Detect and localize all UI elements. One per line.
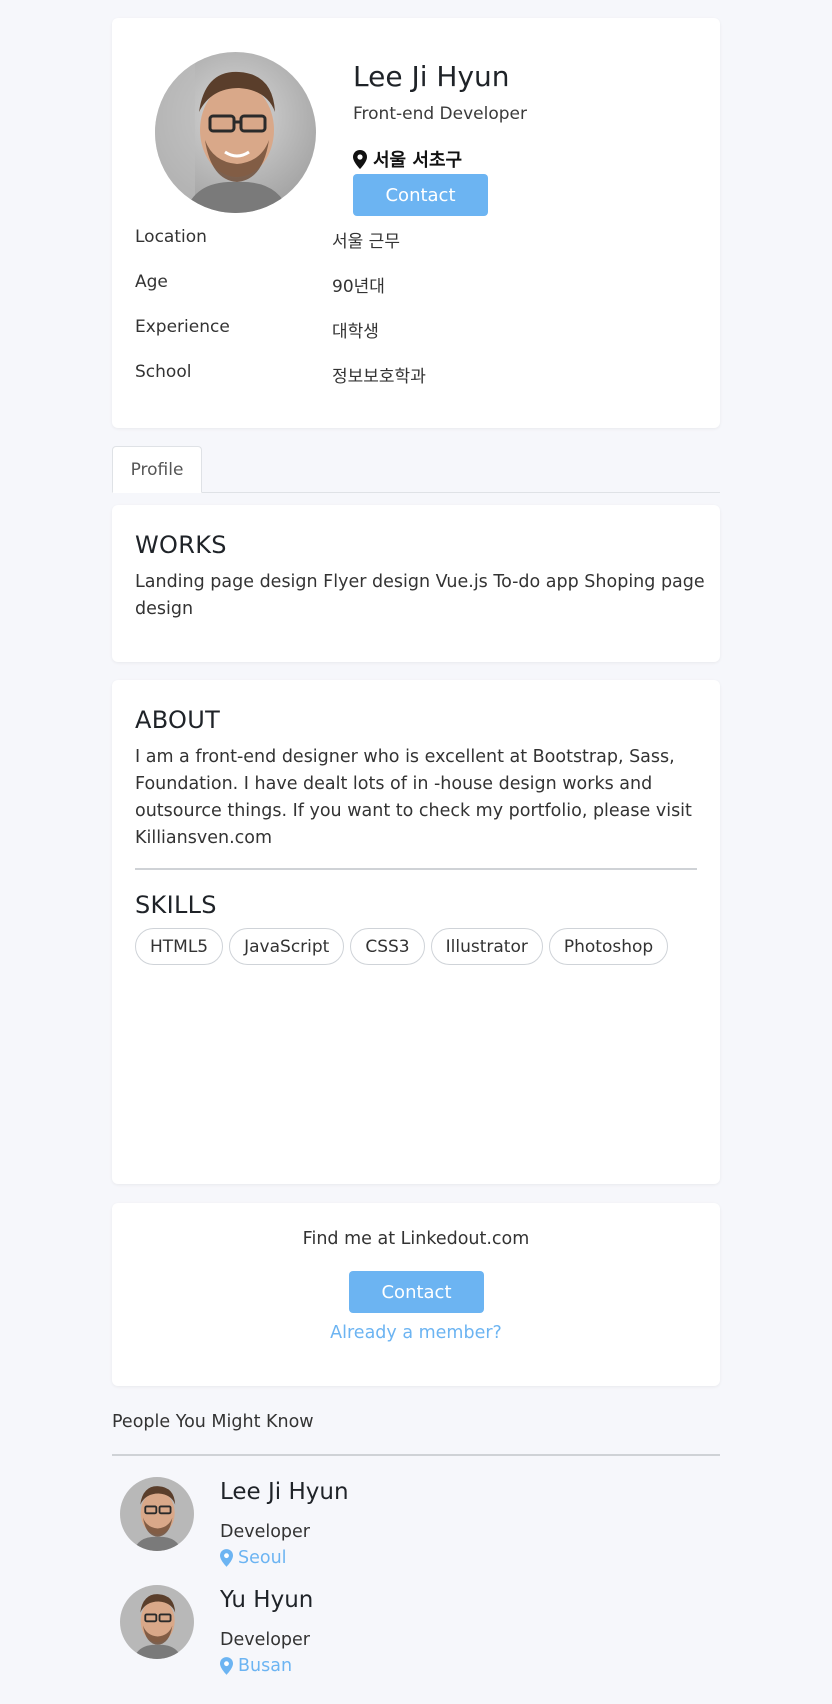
info-key: Age bbox=[135, 272, 168, 292]
profile-name: Lee Ji Hyun bbox=[353, 60, 510, 93]
skill-tag[interactable]: Illustrator bbox=[430, 928, 543, 965]
works-title: WORKS bbox=[135, 531, 227, 559]
person-role: Developer bbox=[220, 1522, 311, 1542]
tab-bar: Profile bbox=[112, 446, 720, 493]
skills-list: HTML5 JavaScript CSS3 Illustrator Photos… bbox=[135, 928, 669, 965]
skill-tag[interactable]: Photoshop bbox=[548, 928, 669, 965]
contact-button-secondary[interactable]: Contact bbox=[349, 1271, 484, 1313]
profile-role: Front-end Developer bbox=[353, 104, 527, 124]
info-row-location: Location 서울 근무 bbox=[135, 227, 695, 252]
avatar-image bbox=[120, 1477, 194, 1551]
person-location: Seoul bbox=[220, 1548, 287, 1568]
info-key: Location bbox=[135, 227, 207, 247]
person-name: Yu Hyun bbox=[220, 1587, 314, 1613]
person-role: Developer bbox=[220, 1630, 311, 1650]
person-location: Busan bbox=[220, 1656, 292, 1676]
avatar bbox=[120, 1477, 194, 1551]
contact-button[interactable]: Contact bbox=[353, 174, 488, 216]
about-title: ABOUT bbox=[135, 706, 221, 734]
profile-location: 서울 서초구 bbox=[353, 146, 462, 172]
find-me-text: Find me at Linkedout.com bbox=[302, 1229, 530, 1249]
person-location-text: Seoul bbox=[238, 1548, 287, 1568]
avatar bbox=[120, 1585, 194, 1659]
skill-tag[interactable]: JavaScript bbox=[229, 928, 345, 965]
skill-tag[interactable]: HTML5 bbox=[135, 928, 224, 965]
map-pin-icon bbox=[220, 1549, 233, 1567]
info-value: 90년대 bbox=[332, 277, 385, 297]
info-value: 정보보호학과 bbox=[332, 367, 426, 387]
map-pin-icon bbox=[220, 1657, 233, 1675]
person-location-text: Busan bbox=[238, 1656, 293, 1676]
divider bbox=[135, 868, 697, 870]
people-heading: People You Might Know bbox=[112, 1412, 314, 1432]
skills-title: SKILLS bbox=[135, 891, 217, 919]
person-item[interactable]: Lee Ji Hyun Developer Seoul bbox=[120, 1477, 720, 1568]
avatar-image bbox=[155, 52, 316, 213]
info-row-experience: Experience 대학생 bbox=[135, 317, 695, 342]
profile-location-text: 서울 서초구 bbox=[373, 150, 463, 171]
contact-card: Find me at Linkedout.com Contact Already… bbox=[112, 1203, 720, 1386]
works-text: Landing page design Flyer design Vue.js … bbox=[135, 572, 705, 619]
map-pin-icon bbox=[353, 149, 367, 169]
info-row-age: Age 90년대 bbox=[135, 272, 695, 297]
skill-tag[interactable]: CSS3 bbox=[350, 928, 425, 965]
info-value: 대학생 bbox=[332, 322, 379, 342]
person-item[interactable]: Yu Hyun Developer Busan bbox=[120, 1585, 720, 1676]
info-key: School bbox=[135, 362, 192, 382]
works-card: WORKS Landing page design Flyer design V… bbox=[112, 505, 720, 662]
avatar bbox=[155, 52, 316, 213]
info-key: Experience bbox=[135, 317, 230, 337]
already-member-link[interactable]: Already a member? bbox=[112, 1323, 720, 1343]
divider bbox=[112, 1454, 720, 1456]
tab-profile[interactable]: Profile bbox=[112, 446, 202, 493]
about-card: ABOUT I am a front-end designer who is e… bbox=[112, 680, 720, 1184]
info-value: 서울 근무 bbox=[332, 232, 400, 252]
info-row-school: School 정보보호학과 bbox=[135, 362, 695, 387]
avatar-image bbox=[120, 1585, 194, 1659]
person-name: Lee Ji Hyun bbox=[220, 1479, 349, 1505]
profile-card: Lee Ji Hyun Front-end Developer 서울 서초구 C… bbox=[112, 18, 720, 428]
about-text: I am a front-end designer who is excelle… bbox=[135, 747, 692, 848]
